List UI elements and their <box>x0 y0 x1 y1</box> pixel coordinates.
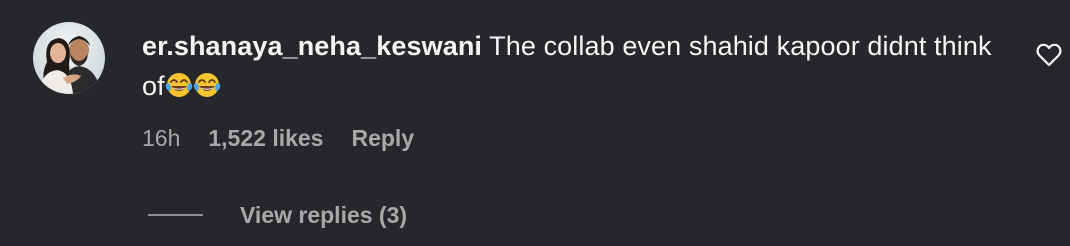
comment-text-block: er.shanaya_neha_keswani The collab even … <box>142 26 1002 110</box>
reply-button[interactable]: Reply <box>351 125 414 152</box>
likes-count-link[interactable]: 1,522 likes <box>208 125 323 152</box>
heart-outline-icon[interactable] <box>1036 43 1062 67</box>
comment-timestamp: 16h <box>142 124 181 151</box>
replies-divider-line <box>148 214 203 216</box>
tears-of-joy-emoji-icon <box>165 70 193 110</box>
view-replies-label: View replies (3) <box>240 201 408 228</box>
comment-meta: 16h 1,522 likes Reply <box>142 122 414 154</box>
avatar-photo <box>33 22 105 94</box>
avatar[interactable] <box>33 22 105 94</box>
view-replies-button[interactable]: View replies (3) <box>148 198 407 232</box>
username-link[interactable]: er.shanaya_neha_keswani <box>142 31 482 61</box>
comment-body: er.shanaya_neha_keswani The collab even … <box>142 26 1002 110</box>
comment-item: er.shanaya_neha_keswani The collab even … <box>0 0 1070 246</box>
tears-of-joy-emoji-icon <box>193 70 221 110</box>
